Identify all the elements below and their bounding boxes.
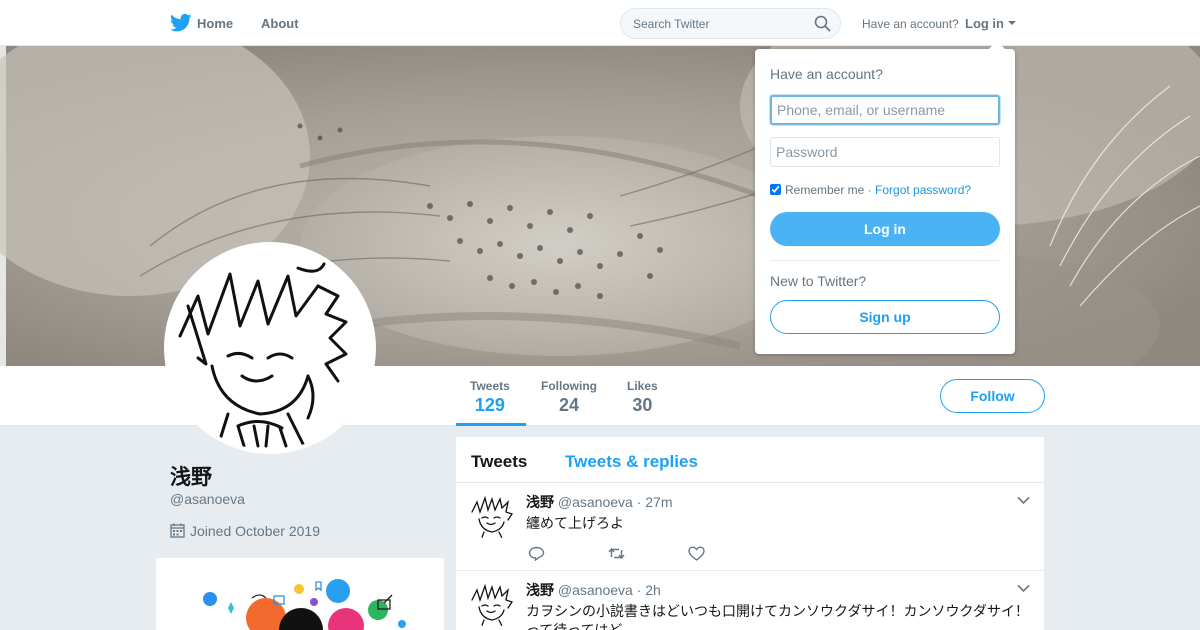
remember-separator: ·: [864, 183, 876, 197]
login-dropdown-title: Have an account?: [770, 66, 883, 82]
like-heart-icon[interactable]: [688, 546, 705, 561]
login-dropdown: Have an account? Remember me · Forgot pa…: [755, 49, 1015, 354]
dropdown-divider: [770, 260, 1000, 261]
stat-following-label: Following: [541, 379, 597, 393]
have-account-text: Have an account?: [862, 17, 959, 31]
new-to-twitter-text: New to Twitter?: [770, 273, 867, 289]
forgot-password-link[interactable]: Forgot password?: [875, 183, 971, 197]
stat-following-value: 24: [558, 395, 580, 415]
dropdown-pointer: [988, 41, 1006, 50]
nav-home-link[interactable]: Home: [197, 16, 233, 31]
remember-me-checkbox[interactable]: [770, 184, 781, 195]
tweet-item[interactable]: 浅野 @asanoeva · 27m 纏めて上げろよ: [456, 483, 1044, 571]
tweet-author-name[interactable]: 浅野: [526, 494, 554, 510]
signup-button[interactable]: Sign up: [770, 300, 1000, 334]
active-tab-indicator: [456, 423, 526, 426]
username-input[interactable]: [770, 95, 1000, 125]
tweet-text: カヲシンの小説書きはどいつも口開けてカンソウクダサイ！カンソウクダサイ！って待っ…: [526, 603, 1029, 630]
chevron-down-icon[interactable]: [1017, 496, 1030, 505]
stat-likes-value: 30: [632, 395, 653, 415]
top-navigation-bar: Home About Have an account? Log in: [0, 0, 1200, 46]
follow-button[interactable]: Follow: [940, 379, 1045, 413]
joined-date: Joined October 2019: [170, 523, 320, 539]
remember-row: Remember me · Forgot password?: [770, 183, 971, 197]
stat-tweets-value: 129: [474, 395, 505, 415]
tweet-timestamp[interactable]: · 27m: [637, 494, 673, 510]
stat-tweets-label: Tweets: [470, 379, 510, 393]
tweet-author-name[interactable]: 浅野: [526, 582, 554, 598]
nav-about-link[interactable]: About: [261, 16, 299, 31]
tweet-timeline: Tweets Tweets & replies 浅野 @asanoeva · 2…: [456, 437, 1044, 630]
reply-icon[interactable]: [528, 546, 545, 561]
search-box: [620, 8, 841, 39]
password-input[interactable]: [770, 137, 1000, 167]
tweet-header: 浅野 @asanoeva · 2h: [526, 580, 661, 600]
tweet-avatar[interactable]: [468, 492, 516, 540]
tweet-item[interactable]: 浅野 @asanoeva · 2h カヲシンの小説書きはどいつも口開けてカンソウ…: [456, 571, 1044, 630]
login-button[interactable]: Log in: [770, 212, 1000, 246]
stat-following[interactable]: Following 24: [541, 379, 597, 416]
tweet-text: 纏めて上げろよ: [526, 515, 624, 531]
tweet-header: 浅野 @asanoeva · 27m: [526, 492, 673, 512]
login-dropdown-toggle[interactable]: Log in: [965, 16, 1004, 31]
stat-likes[interactable]: Likes 30: [627, 379, 658, 416]
search-icon[interactable]: [814, 15, 831, 32]
tweet-author-handle[interactable]: @asanoeva: [558, 582, 633, 598]
tweet-avatar[interactable]: [468, 580, 516, 628]
timeline-tabs: Tweets Tweets & replies: [456, 437, 1044, 483]
tweet-author-handle[interactable]: @asanoeva: [558, 494, 633, 510]
profile-display-name[interactable]: 浅野: [170, 461, 212, 491]
calendar-icon: [170, 523, 185, 538]
tweet-timestamp[interactable]: · 2h: [637, 582, 661, 598]
stat-likes-label: Likes: [627, 379, 658, 393]
retweet-icon[interactable]: [608, 546, 625, 561]
twitter-bird-icon[interactable]: [170, 13, 192, 33]
profile-avatar[interactable]: [164, 242, 376, 454]
tab-tweets[interactable]: Tweets: [471, 452, 527, 472]
joined-text: Joined October 2019: [190, 523, 320, 539]
media-preview-card[interactable]: [156, 558, 444, 630]
search-input[interactable]: [621, 9, 811, 38]
tab-tweets-and-replies[interactable]: Tweets & replies: [565, 452, 698, 472]
stat-tweets[interactable]: Tweets 129: [470, 379, 510, 416]
profile-handle[interactable]: @asanoeva: [170, 491, 245, 507]
chevron-down-icon[interactable]: [1017, 584, 1030, 593]
remember-me-label[interactable]: Remember me: [785, 183, 864, 197]
caret-down-icon[interactable]: [1008, 21, 1016, 25]
